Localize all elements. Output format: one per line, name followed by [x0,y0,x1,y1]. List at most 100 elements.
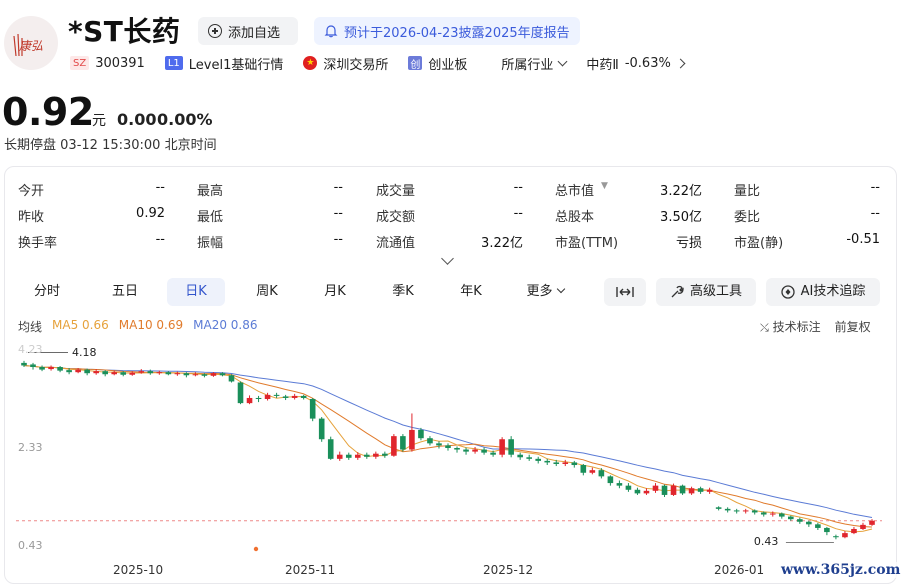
candle-body [499,439,505,455]
candle-body [354,454,361,458]
tab-3[interactable]: 周K [238,278,296,306]
candle-body [282,396,289,398]
candle-body [237,382,244,404]
candle-body [824,527,830,533]
candle-body [300,395,307,398]
ai-tracking-label: AI技术追踪 [800,284,866,299]
add-watchlist-label: 添加自选 [228,25,281,41]
candle-body [345,454,352,458]
industry-change: -0.63% [624,55,671,71]
candle-body [751,510,758,513]
tab-7[interactable]: 更多 [512,278,578,306]
industry-dropdown-icon[interactable] [557,56,568,66]
candle-body [535,458,542,461]
annotate-link[interactable]: ⤯ 技术标注 [760,318,821,335]
quote-value: -- [513,180,523,195]
candle-body [84,369,90,374]
candle-body [418,429,424,439]
candle-body [580,465,587,473]
chevron-right-icon[interactable] [675,58,686,68]
candle-body [679,485,686,494]
level-tag: L1 [164,56,183,70]
chevron-down-icon [556,284,565,294]
quote-value: -- [333,206,343,221]
candle-body [111,372,118,375]
quote-label: 振幅 [197,236,224,251]
candle-body [769,513,776,515]
candlestick-chart[interactable] [16,340,882,576]
quote-label: 最低 [197,210,224,225]
candle-body [697,488,704,492]
add-watchlist-button[interactable]: 添加自选 [198,17,298,45]
tab-5[interactable]: 季K [374,278,432,306]
quote-label: 总市值 [555,184,595,199]
annotate-icon: ⤯ [760,321,769,334]
candle-body [391,436,397,456]
advanced-tools-button[interactable]: 高级工具 [656,278,756,306]
candle-body [120,372,127,375]
candle-body [228,375,235,382]
ma-label[interactable]: 均线 [18,318,42,335]
candle-body [309,399,316,419]
tab-1[interactable]: 五日 [96,278,154,306]
candle-body [264,394,271,399]
industry-label[interactable]: 所属行业 [501,54,553,73]
event-dot [253,546,259,552]
tab-2[interactable]: 日K [167,278,225,306]
candle-body [201,374,208,376]
tab-label: 年K [460,284,482,299]
candle-body [318,418,325,440]
candle-body [815,524,821,528]
ai-tracking-button[interactable]: AI技术追踪 [766,278,880,306]
candle-body [688,488,695,494]
industry-name[interactable]: 中药Ⅱ [586,54,618,73]
x-axis-tick: 2025-10 [113,563,164,577]
tab-4[interactable]: 月K [306,278,364,306]
advanced-tools-label: 高级工具 [689,284,742,299]
quote-value: 3.22亿 [481,236,523,251]
candle-body [742,510,749,512]
tab-label: 月K [324,284,346,299]
candle-body [589,470,596,473]
x-axis-tick: 2025-12 [483,563,534,577]
quote-value: -- [333,232,343,247]
tab-6[interactable]: 年K [442,278,500,306]
candle-body [129,372,136,375]
candle-body [634,489,641,494]
ai-icon [780,285,795,299]
x-axis-tick: 2025-11 [285,563,336,577]
report-notice[interactable]: 预计于2026-04-23披露2025年度报告 [314,17,580,45]
candle-body [39,367,45,370]
quote-value: -0.51 [846,232,880,247]
candle-body [219,373,226,376]
candle-body [147,371,154,374]
y-axis-tick: 0.43 [18,539,43,552]
quote-value: -- [155,232,165,247]
tab-label: 五日 [111,284,138,299]
tab-label: 周K [256,284,278,299]
candle-body [409,429,415,450]
fit-chart-button[interactable] [604,278,646,306]
candle-body [57,367,63,371]
candle-body [661,485,668,495]
candle-body [724,508,731,511]
candle-body [382,453,388,456]
quote-value: -- [870,180,880,195]
candle-body [174,373,181,375]
candle-body [526,457,532,459]
exchange-text: 深圳交易所 [323,57,389,73]
tab-0[interactable]: 分时 [18,278,76,306]
candle-body [869,520,875,525]
candle-body [66,370,72,373]
tab-label: 更多 [526,284,553,299]
adjust-link[interactable]: 前复权 [835,318,871,335]
quote-value: -- [513,206,523,221]
board-text: 创业板 [428,57,468,73]
level-text[interactable]: Level1基础行情 [189,54,284,73]
candle-body [454,448,460,450]
candle-body [138,371,145,373]
ma10-value: MA10 0.69 [118,318,184,332]
market-cap-dropdown-icon[interactable]: ▼ [601,181,608,191]
quote-label: 换手率 [18,236,58,251]
trading-status: 长期停盘 03-12 15:30:00 北京时间 [4,134,217,153]
